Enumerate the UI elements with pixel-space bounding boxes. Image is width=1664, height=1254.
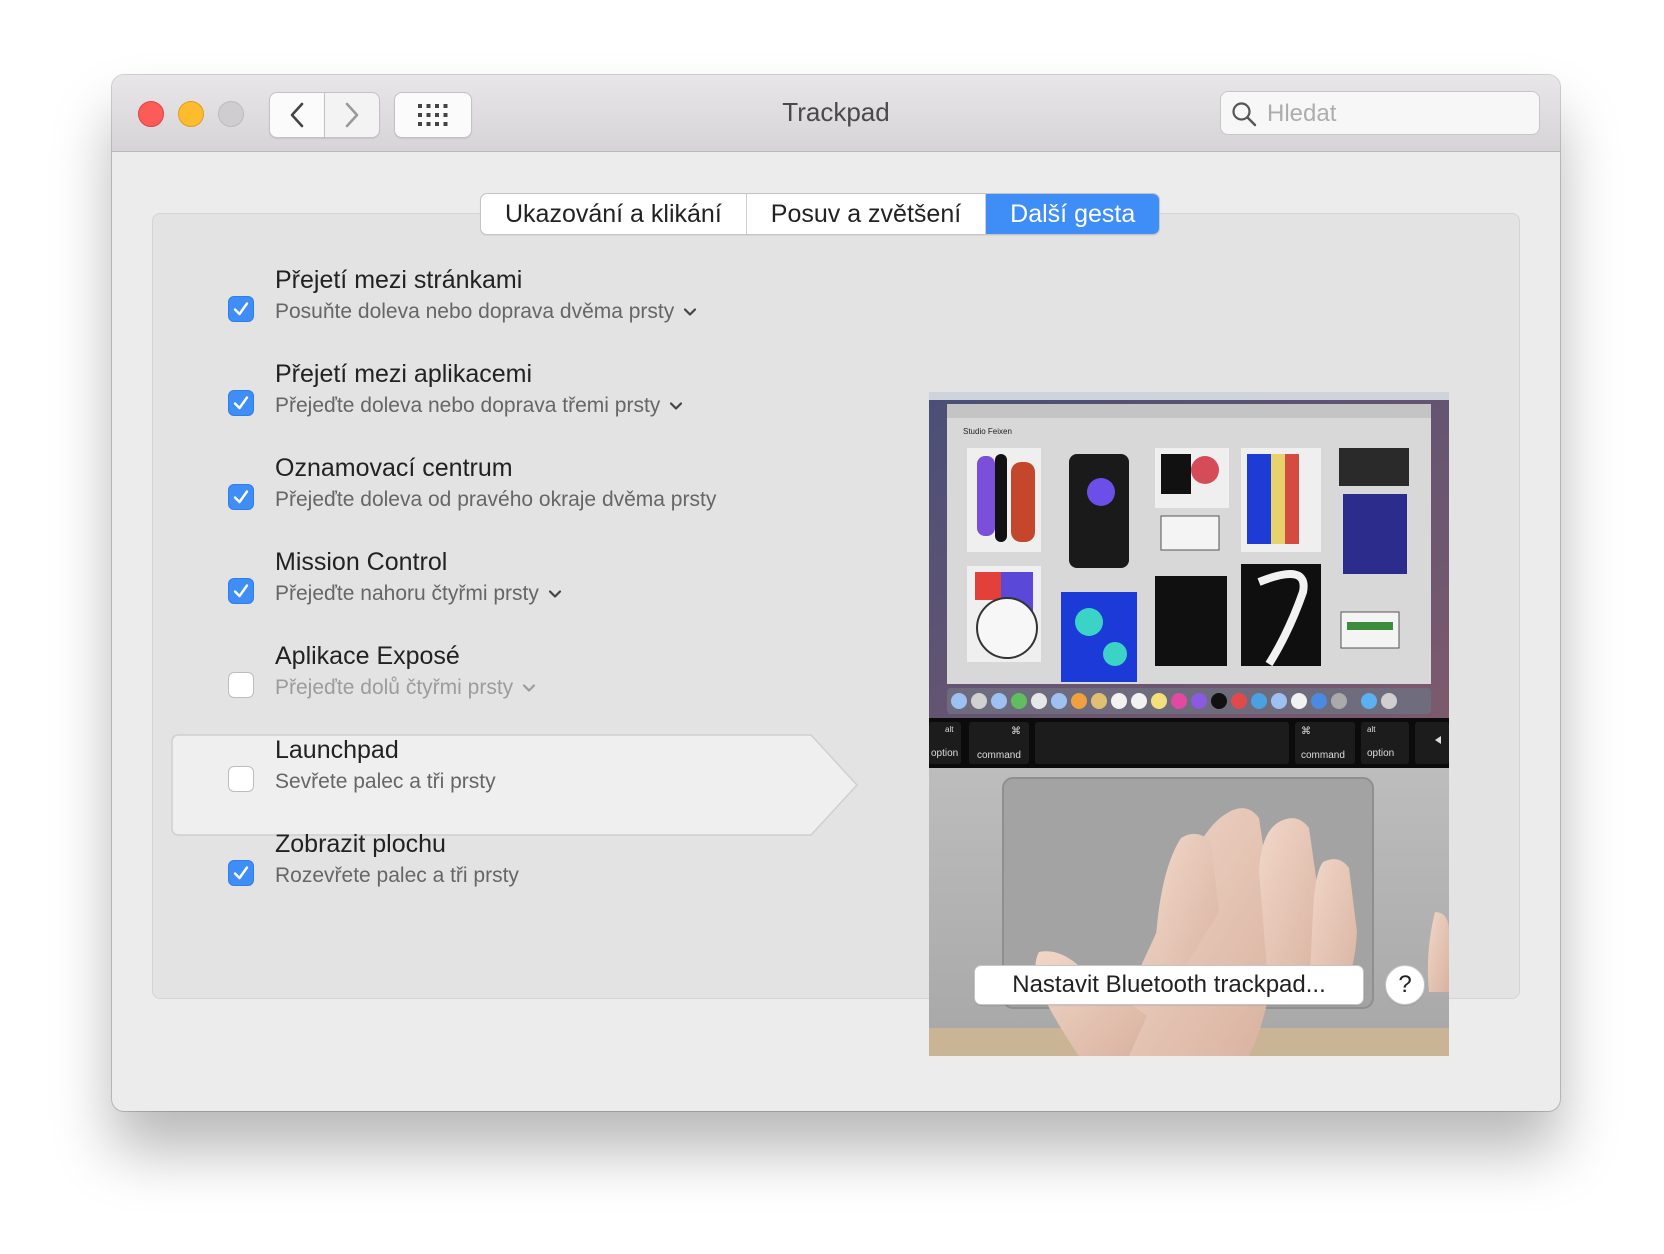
key-command-label: command: [977, 750, 1021, 761]
checkmark-icon: [233, 302, 249, 316]
gesture-option-dropdown[interactable]: Přejeďte doleva nebo doprava třemi prsty: [275, 394, 684, 418]
key-alt-label: alt: [945, 725, 954, 734]
checkbox-swipe-apps[interactable]: [228, 390, 254, 416]
key-command-label: command: [1301, 750, 1345, 761]
gesture-title: Launchpad: [275, 736, 399, 764]
checkmark-icon: [233, 584, 249, 598]
gesture-swipe-apps: Přejetí mezi aplikacemi Přejeďte doleva …: [193, 358, 913, 448]
search-field[interactable]: [1220, 91, 1540, 135]
command-key-icon: ⌘: [1011, 726, 1021, 737]
gesture-option-dropdown[interactable]: Přejeďte dolů čtyřmi prsty: [275, 676, 537, 700]
command-key-icon: ⌘: [1301, 726, 1311, 737]
gesture-preview-video: Studio Feixen alt option ⌘ command ⌘ com…: [929, 392, 1449, 1056]
preview-app-title: Studio Feixen: [963, 427, 1012, 436]
gesture-title: Aplikace Exposé: [275, 642, 460, 670]
chevron-down-icon: [523, 684, 536, 692]
gesture-title: Zobrazit plochu: [275, 830, 446, 858]
gesture-title: Přejetí mezi aplikacemi: [275, 360, 533, 388]
tab-scroll-zoom[interactable]: Posuv a zvětšení: [747, 194, 987, 234]
chevron-down-icon: [548, 590, 561, 598]
checkbox-app-expose[interactable]: [228, 672, 254, 698]
checkmark-icon: [233, 866, 249, 880]
gesture-description: Posuňte doleva nebo doprava dvěma prsty: [275, 300, 675, 323]
checkbox-swipe-pages[interactable]: [228, 296, 254, 322]
checkbox-launchpad[interactable]: [228, 766, 254, 792]
tab-content-panel: Přejetí mezi stránkami Posuňte doleva ne…: [152, 213, 1520, 1056]
tab-more-gestures[interactable]: Další gesta: [986, 194, 1160, 234]
gesture-description: Přejeďte doleva nebo doprava třemi prsty: [275, 394, 661, 417]
gesture-app-expose: Aplikace Exposé Přejeďte dolů čtyřmi prs…: [193, 640, 913, 730]
tab-point-click[interactable]: Ukazování a klikání: [481, 194, 747, 234]
gesture-swipe-pages: Přejetí mezi stránkami Posuňte doleva ne…: [193, 264, 913, 354]
gesture-option-dropdown[interactable]: Přejeďte nahoru čtyřmi prsty: [275, 582, 563, 606]
key-option-label: option: [931, 748, 958, 759]
chevron-down-icon: [684, 308, 697, 316]
gesture-show-desktop: Zobrazit plochu Rozevřete palec a tři pr…: [193, 828, 913, 918]
gesture-title: Oznamovací centrum: [275, 454, 513, 482]
gesture-description: Přejeďte doleva od pravého okraje dvěma …: [275, 488, 717, 511]
preview-illustration: Studio Feixen alt option ⌘ command ⌘ com…: [929, 392, 1449, 1056]
gesture-description: Rozevřete palec a tři prsty: [275, 864, 519, 887]
gesture-title: Přejetí mezi stránkami: [275, 266, 523, 294]
checkbox-show-desktop[interactable]: [228, 860, 254, 886]
search-icon: [1232, 102, 1257, 127]
gesture-description: Sevřete palec a tři prsty: [275, 770, 496, 793]
checkbox-mission-control[interactable]: [228, 578, 254, 604]
gesture-option-dropdown[interactable]: Posuňte doleva nebo doprava dvěma prsty: [275, 300, 698, 324]
checkmark-icon: [233, 396, 249, 410]
search-input[interactable]: [1265, 98, 1529, 130]
gesture-notification-center: Oznamovací centrum Přejeďte doleva od pr…: [193, 452, 913, 542]
key-alt-label: alt: [1367, 725, 1376, 734]
title-bar: Trackpad: [112, 75, 1560, 152]
gesture-description: Přejeďte nahoru čtyřmi prsty: [275, 582, 539, 605]
gesture-launchpad[interactable]: Launchpad Sevřete palec a tři prsty: [193, 734, 913, 824]
gesture-description: Přejeďte dolů čtyřmi prsty: [275, 676, 514, 699]
setup-bluetooth-trackpad-button[interactable]: Nastavit Bluetooth trackpad...: [974, 965, 1364, 1005]
help-button[interactable]: ?: [1385, 965, 1425, 1005]
checkmark-icon: [233, 490, 249, 504]
key-option-label: option: [1367, 748, 1394, 759]
tab-bar: Ukazování a klikání Posuv a zvětšení Dal…: [480, 193, 1161, 235]
gesture-title: Mission Control: [275, 548, 448, 576]
checkbox-notification-center[interactable]: [228, 484, 254, 510]
preferences-window: Trackpad Přejetí mezi stránkami Posuňte …: [112, 75, 1560, 1111]
gesture-mission-control: Mission Control Přejeďte nahoru čtyřmi p…: [193, 546, 913, 636]
chevron-down-icon: [670, 402, 683, 410]
